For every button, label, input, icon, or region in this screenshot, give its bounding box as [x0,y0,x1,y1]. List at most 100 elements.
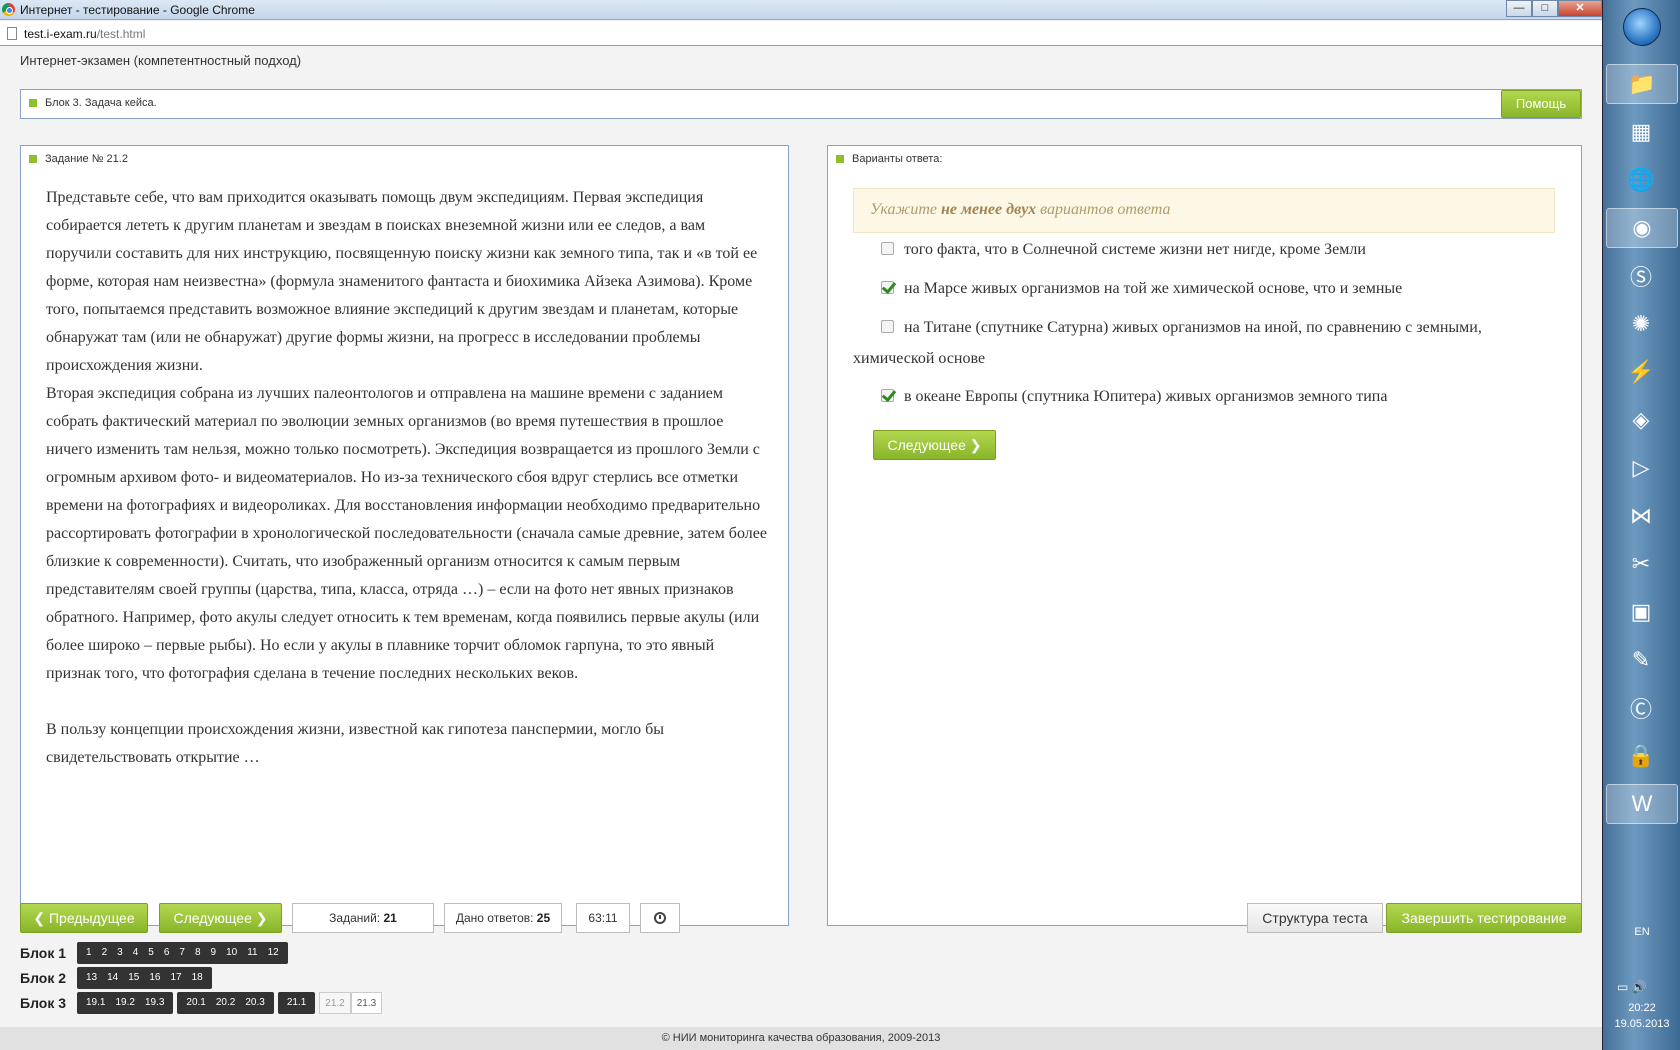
task-number-link[interactable]: 8 [190,942,206,964]
lightning-app-icon[interactable]: ⚡ [1619,352,1663,392]
tray-icons[interactable]: ▭ 🔊 [1617,980,1647,994]
maximize-button[interactable]: □ [1532,0,1558,17]
block-task-group: 19.1 19.2 19.3 [77,992,174,1014]
clock-icon [654,912,666,924]
volume-icon[interactable]: 🔊 [1632,980,1647,994]
task-number-link[interactable]: 19.1 [81,992,110,1014]
task-number-link[interactable]: 1 [81,942,97,964]
task-number-link[interactable]: 5 [143,942,159,964]
task-number-link[interactable]: 20.1 [181,992,210,1014]
block-title: Блок 3. Задача кейса. [29,97,157,109]
explorer-icon[interactable]: 📁 [1606,64,1678,104]
tools-app-icon[interactable]: ✂ [1619,544,1663,584]
task-number-link[interactable]: 21.2 [319,992,351,1014]
task-number-link[interactable]: 9 [206,942,222,964]
task-number-link[interactable]: 21.3 [350,992,383,1014]
task-number-link[interactable]: 3 [112,942,128,964]
word-icon[interactable]: W [1606,784,1678,824]
finish-test-button[interactable]: Завершить тестирование [1386,903,1582,933]
answer-option[interactable]: на Марсе живых организмов на той же хими… [853,273,1553,305]
footer: © НИИ мониторинга качества образования, … [0,1027,1602,1050]
task-number-link[interactable]: 6 [159,942,175,964]
globe-app-icon[interactable]: 🌐 [1619,160,1663,200]
minimize-button[interactable]: — [1506,0,1532,17]
answer-instruction: Укажите не менее двух вариантов ответа [853,188,1555,233]
taskbar-time[interactable]: 20:22 [1603,1002,1680,1014]
answer-option[interactable]: того факта, что в Солнечной системе жизн… [853,234,1553,266]
ccleaner-icon[interactable]: Ⓒ [1619,688,1663,728]
address-bar[interactable]: test.i-exam.ru/test.html [0,21,1602,46]
fox-app-icon[interactable]: ◈ [1619,400,1663,440]
block-row: Блок 1 1 2 3 4 5 6 7 8 9 10 11 12 [20,942,292,964]
answers-count: Дано ответов: 25 [444,903,562,933]
task-paragraph: Представьте себе, что вам приходится ока… [46,189,758,374]
answer-checkbox[interactable] [881,389,894,402]
settings-app-icon[interactable]: ✎ [1619,640,1663,680]
answer-checkbox[interactable] [881,281,894,294]
network-app-icon[interactable]: ▦ [1619,112,1663,152]
answer-option-text: на Марсе живых организмов на той же хими… [904,280,1403,297]
square-bullet-icon [29,155,37,164]
next-question-button[interactable]: Следующее ❯ [873,430,996,460]
clock-button[interactable] [640,903,680,933]
previous-button[interactable]: ❮ Предыдущее [20,903,148,933]
answer-checkbox[interactable] [881,320,894,333]
test-structure-button[interactable]: Структура теста [1247,903,1383,933]
instruction-text: Укажите [870,201,941,218]
url-path: /test.html [96,27,146,41]
visual-studio-icon[interactable]: ⋈ [1619,496,1663,536]
task-paragraph: Вторая экспедиция собрана из лучших пале… [46,385,767,682]
chrome-taskbar-icon[interactable]: ◉ [1606,208,1678,248]
timer: 63:11 [576,903,630,933]
block-task-group: 1 2 3 4 5 6 7 8 9 10 11 12 [77,942,288,964]
task-number-link[interactable]: 20.2 [211,992,240,1014]
task-number-link[interactable]: 15 [123,967,144,989]
url-text[interactable]: test.i-exam.ru/test.html [24,27,145,41]
task-number-link[interactable]: 18 [187,967,208,989]
task-number-link[interactable]: 17 [166,967,187,989]
task-number-link[interactable]: 12 [263,942,284,964]
tasks-count-label: Заданий: [329,911,381,925]
media-app-icon[interactable]: ▷ [1619,448,1663,488]
help-button[interactable]: Помощь [1501,90,1581,118]
task-number-link[interactable]: 10 [221,942,242,964]
answers-heading-text: Варианты ответа: [852,153,943,165]
block-task-group: 21.2 21.3 [319,992,383,1014]
taskbar-date[interactable]: 19.05.2013 [1603,1018,1680,1030]
task-number-link[interactable]: 11 [242,942,262,964]
tasks-count: Заданий: 21 [292,903,434,933]
block-label: Блок 2 [20,970,67,986]
answer-checkbox[interactable] [881,242,894,255]
tray-network-icon[interactable]: ▭ [1617,980,1628,994]
instruction-text: вариантов ответа [1036,201,1171,218]
square-bullet-icon [29,99,37,108]
atom-app-icon[interactable]: ✺ [1619,304,1663,344]
task-text: Представьте себе, что вам приходится ока… [46,184,771,772]
next-button[interactable]: Следующее ❯ [159,903,282,933]
square-bullet-icon [836,155,844,164]
answer-option[interactable]: в океане Европы (спутника Юпитера) живых… [853,381,1553,413]
chevron-right-icon: ❯ [969,437,982,453]
task-number-link[interactable]: 14 [102,967,123,989]
lock-app-icon[interactable]: 🔒 [1619,736,1663,776]
task-number-link[interactable]: 21.1 [282,992,311,1014]
block-task-group: 20.1 20.2 20.3 [177,992,274,1014]
next-label: Следующее [173,910,252,926]
task-number-link[interactable]: 4 [128,942,144,964]
monitor-app-icon[interactable]: ▣ [1619,592,1663,632]
task-number-link[interactable]: 7 [174,942,190,964]
task-number-link[interactable]: 2 [97,942,113,964]
block-row: Блок 3 19.1 19.2 19.3 20.1 20.2 20.3 21.1 21… [20,992,386,1014]
task-number-link[interactable]: 19.3 [140,992,169,1014]
language-indicator[interactable]: EN [1603,926,1680,938]
skype-icon[interactable]: Ⓢ [1619,256,1663,296]
start-button[interactable] [1623,8,1661,46]
task-number-link[interactable]: 19.2 [110,992,139,1014]
task-number-link[interactable]: 20.3 [240,992,269,1014]
answer-option[interactable]: на Титане (спутнике Сатурна) живых орган… [853,312,1553,374]
task-number-link[interactable]: 13 [81,967,102,989]
task-number-link[interactable]: 16 [144,967,165,989]
block-task-group: 21.1 [277,992,316,1014]
close-button[interactable]: ✕ [1558,0,1602,17]
page-icon [7,27,17,40]
